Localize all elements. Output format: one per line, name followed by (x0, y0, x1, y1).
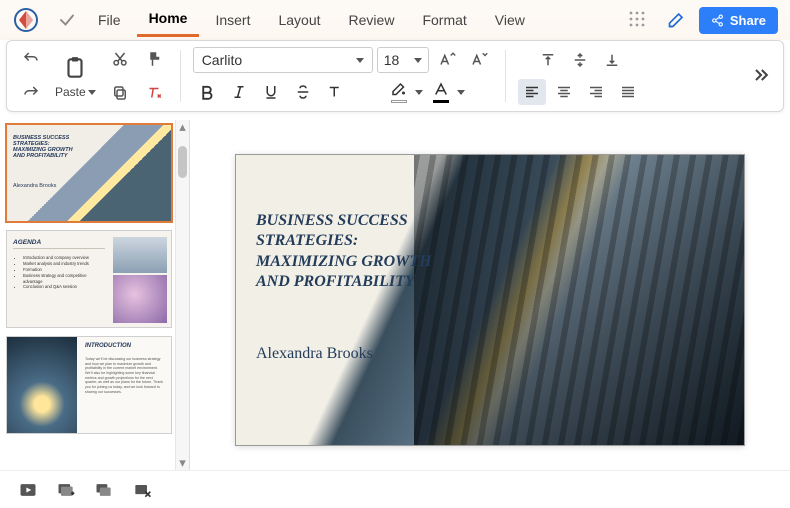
thumb-image-icon (113, 275, 167, 323)
workspace: BUSINESS SUCCESS STRATEGIES: MAXIMIZING … (0, 120, 790, 470)
align-justify-button[interactable] (614, 79, 642, 105)
toolbar: Paste Carlito 18 (6, 40, 784, 112)
add-slide-button[interactable] (52, 478, 80, 502)
valign-middle-button[interactable] (566, 47, 594, 73)
menubar: File Home Insert Layout Review Format Vi… (0, 0, 790, 40)
slide-canvas[interactable]: BUSINESS SUCCESS STRATEGIES: MAXIMIZING … (235, 154, 745, 446)
clear-format-button[interactable] (140, 82, 168, 104)
slide-author-text[interactable]: Alexandra Brooks (256, 345, 373, 363)
menu-insert[interactable]: Insert (203, 6, 262, 34)
thumb-image-icon (7, 337, 77, 433)
thumb-title: AGENDA (13, 239, 105, 249)
divider (505, 50, 506, 102)
slide-thumbnail-2[interactable]: AGENDA Introduction and company overview… (6, 230, 172, 328)
redo-button[interactable] (17, 82, 45, 104)
caret-down-icon[interactable] (415, 90, 423, 95)
thumb-bullets: Introduction and company overview Market… (17, 255, 107, 290)
save-check-icon[interactable] (52, 11, 82, 29)
thumb-title: BUSINESS SUCCESS STRATEGIES: MAXIMIZING … (13, 135, 73, 159)
valign-top-button[interactable] (534, 47, 562, 73)
menu-view[interactable]: View (483, 6, 537, 34)
align-center-button[interactable] (550, 79, 578, 105)
caret-down-icon (356, 58, 364, 63)
paste-icon[interactable] (60, 53, 90, 83)
delete-slide-button[interactable] (128, 478, 156, 502)
menu-format[interactable]: Format (410, 6, 478, 34)
menu-file[interactable]: File (86, 6, 133, 34)
bold-button[interactable] (193, 79, 221, 105)
menu-layout[interactable]: Layout (266, 6, 332, 34)
slide-thumbnail-panel: BUSINESS SUCCESS STRATEGIES: MAXIMIZING … (0, 120, 190, 470)
scrollbar-thumb[interactable] (178, 146, 187, 178)
copy-button[interactable] (106, 82, 134, 104)
share-button[interactable]: Share (699, 7, 778, 34)
cut-button[interactable] (106, 48, 134, 70)
slide-thumbnail-1[interactable]: BUSINESS SUCCESS STRATEGIES: MAXIMIZING … (6, 124, 172, 222)
scroll-down-icon[interactable]: ▾ (176, 456, 189, 470)
canvas-area: BUSINESS SUCCESS STRATEGIES: MAXIMIZING … (190, 120, 790, 470)
caret-down-icon[interactable] (457, 90, 465, 95)
edit-mode-icon[interactable] (663, 5, 691, 36)
start-slideshow-button[interactable] (14, 478, 42, 502)
valign-bottom-button[interactable] (598, 47, 626, 73)
decrease-font-button[interactable] (465, 47, 493, 73)
thumbnail-scrollbar[interactable]: ▴ ▾ (175, 120, 189, 470)
align-left-button[interactable] (518, 79, 546, 105)
italic-button[interactable] (225, 79, 253, 105)
increase-font-button[interactable] (433, 47, 461, 73)
apps-grid-icon[interactable] (625, 7, 649, 34)
duplicate-slide-button[interactable] (90, 478, 118, 502)
thumb-author: Alexandra Brooks (13, 183, 56, 189)
thumbnail-toolbar (0, 470, 790, 508)
app-logo (14, 8, 38, 32)
divider (180, 50, 181, 102)
caret-down-icon (414, 58, 422, 63)
scroll-up-icon[interactable]: ▴ (176, 120, 189, 134)
strikethrough-button[interactable] (289, 79, 317, 105)
align-right-button[interactable] (582, 79, 610, 105)
paste-button[interactable]: Paste (55, 85, 96, 99)
font-name-select[interactable]: Carlito (193, 47, 373, 73)
highlight-color-button[interactable] (385, 79, 413, 105)
thumb-title: INTRODUCTION (85, 343, 131, 349)
slide-background-image (236, 155, 744, 445)
menu-review[interactable]: Review (337, 6, 407, 34)
slide-thumbnail-3[interactable]: INTRODUCTION Today we'll be discussing o… (6, 336, 172, 434)
font-color-button[interactable] (427, 79, 455, 105)
font-size-select[interactable]: 18 (377, 47, 429, 73)
more-tools-button[interactable] (751, 65, 771, 88)
undo-button[interactable] (17, 48, 45, 70)
thumb-body: Today we'll be discussing our business s… (85, 357, 165, 394)
text-transform-button[interactable] (321, 79, 349, 105)
underline-button[interactable] (257, 79, 285, 105)
menu-home[interactable]: Home (137, 4, 200, 37)
thumb-image-icon (113, 237, 167, 273)
caret-down-icon (88, 90, 96, 95)
format-painter-button[interactable] (140, 48, 168, 70)
slide-title-text[interactable]: BUSINESS SUCCESS STRATEGIES: MAXIMIZING … (256, 211, 456, 293)
share-button-label: Share (730, 13, 766, 28)
